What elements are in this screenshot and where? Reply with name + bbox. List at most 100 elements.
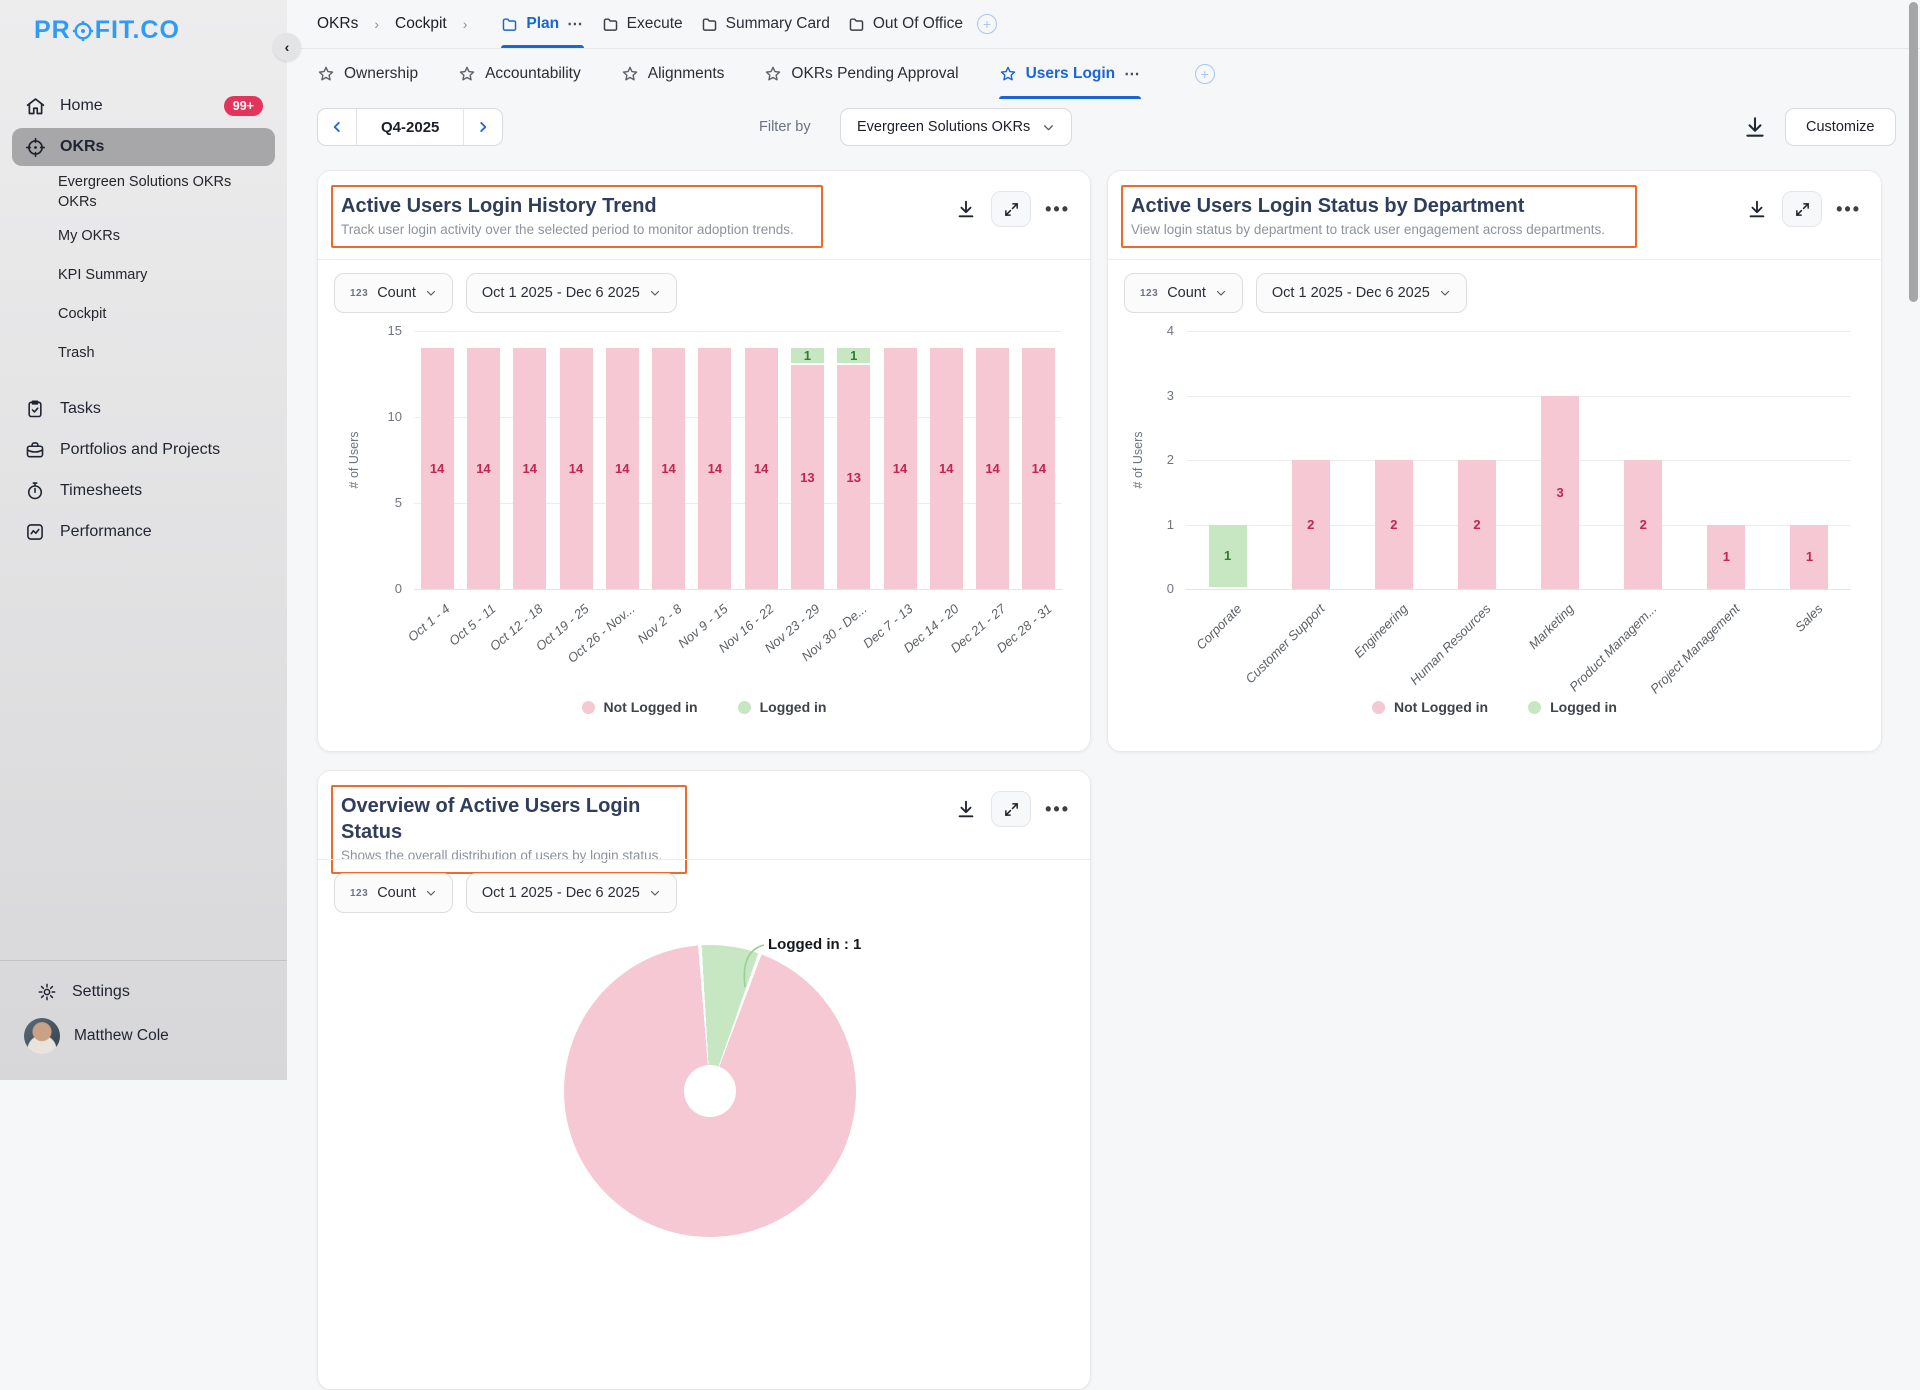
tasks-icon (24, 398, 46, 420)
bar-segment: 1 (791, 348, 824, 363)
sidebar-item-label: Home (60, 97, 103, 115)
y-tick-label: 10 (362, 409, 402, 424)
bar-segment: 14 (884, 348, 917, 589)
tab-overflow-icon[interactable]: ⋯ (567, 15, 584, 34)
gridline (414, 417, 1062, 418)
y-tick-label: 4 (1134, 323, 1174, 338)
user-profile[interactable]: Matthew Cole (12, 1010, 275, 1062)
tab-summary-card[interactable]: Summary Card (701, 0, 830, 48)
export-download-button[interactable] (1742, 114, 1768, 140)
bar-segment: 1 (1790, 525, 1828, 590)
gridline (1186, 331, 1851, 332)
breadcrumb-okrs[interactable]: OKRs (317, 15, 358, 33)
sidebar-collapse-button[interactable]: ‹ (273, 33, 301, 61)
star-icon (764, 65, 782, 83)
breadcrumb-cockpit[interactable]: Cockpit (395, 15, 447, 33)
sidebar-item-performance[interactable]: Performance (12, 513, 275, 551)
sidebar-item-label: KPI Summary (58, 266, 147, 286)
add-tab-icon[interactable]: + (1195, 64, 1215, 84)
bar-value-label: 1 (1723, 549, 1730, 564)
sidebar-item-portfolios-and-projects[interactable]: Portfolios and Projects (12, 431, 275, 469)
period-label[interactable]: Q4-2025 (356, 109, 464, 145)
gridline (1186, 396, 1851, 397)
tab-alignments[interactable]: Alignments (621, 49, 725, 99)
logo-target-icon (72, 20, 94, 42)
x-category-label: Oct 1 - 4 (405, 601, 453, 645)
sidebar-item-kpi-summary[interactable]: KPI Summary (12, 258, 275, 294)
y-tick-label: 15 (362, 323, 402, 338)
bar-value-label: 14 (985, 461, 999, 476)
x-category-label: Marketing (1526, 601, 1577, 652)
login-history-bar-chart: # of Users05101514Oct 1 - 414Oct 5 - 111… (318, 171, 1090, 751)
tab-accountability[interactable]: Accountability (458, 49, 581, 99)
vertical-scrollbar[interactable] (1909, 2, 1918, 302)
tab-label: Out Of Office (873, 15, 963, 33)
legend-item: Not Logged in (1372, 699, 1488, 715)
sidebar-item-trash[interactable]: Trash (12, 336, 275, 372)
y-tick-label: 5 (362, 495, 402, 510)
avatar[interactable] (24, 1018, 60, 1054)
bar-segment: 14 (1022, 348, 1055, 589)
bar-segment: 2 (1458, 460, 1496, 589)
bar-segment: 1 (837, 348, 870, 363)
sidebar-item-settings[interactable]: Settings (24, 973, 263, 1011)
card-login-history-trend: Active Users Login History Trend Track u… (317, 170, 1091, 752)
legend-label: Logged in (1550, 699, 1617, 715)
bar-segment: 14 (976, 348, 1009, 589)
x-category-label: Sales (1792, 601, 1826, 635)
bar-segment: 14 (467, 348, 500, 589)
tab-out-of-office[interactable]: Out Of Office (848, 0, 963, 48)
bar-segment: 14 (698, 348, 731, 589)
breadcrumb-separator: › (461, 16, 470, 32)
bar-segment: 1 (1707, 525, 1745, 590)
sidebar-item-cockpit[interactable]: Cockpit (12, 297, 275, 333)
notification-badge: 99+ (224, 96, 263, 116)
bar-value-label: 13 (800, 470, 814, 485)
bar-segment: 13 (837, 365, 870, 589)
sidebar-item-label: Portfolios and Projects (60, 441, 220, 459)
logo-text-pre: PR (34, 16, 71, 45)
bar-segment: 14 (745, 348, 778, 589)
customize-button[interactable]: Customize (1785, 108, 1896, 146)
period-next-button[interactable] (464, 109, 502, 145)
sidebar-item-timesheets[interactable]: Timesheets (12, 472, 275, 510)
login-status-pie-chart: Logged in : 1 (318, 771, 1090, 1389)
add-tab-icon[interactable]: + (977, 14, 997, 34)
sidebar-item-okrs[interactable]: OKRs (12, 128, 275, 166)
tab-execute[interactable]: Execute (602, 0, 683, 48)
target-icon (24, 136, 46, 158)
card-login-status-overview: Overview of Active Users Login Status Sh… (317, 770, 1091, 1390)
gridline (414, 503, 1062, 504)
bar-value-label: 13 (846, 470, 860, 485)
tab-label: Users Login (1026, 65, 1116, 83)
sidebar-item-label: Performance (60, 523, 152, 541)
tab-okrs-pending-approval[interactable]: OKRs Pending Approval (764, 49, 958, 99)
bar-value-label: 1 (804, 348, 811, 363)
bar-value-label: 14 (893, 461, 907, 476)
tab-ownership[interactable]: Ownership (317, 49, 418, 99)
gridline (414, 589, 1062, 590)
sidebar-item-evergreen-solutions-okrs-okrs[interactable]: Evergreen Solutions OKRs OKRs (12, 169, 275, 216)
sidebar-item-label: OKRs (60, 138, 104, 156)
folder-icon (848, 16, 865, 33)
sidebar-item-my-okrs[interactable]: My OKRs (12, 219, 275, 255)
filter-dropdown[interactable]: Evergreen Solutions OKRs (840, 108, 1072, 146)
legend-item: Not Logged in (582, 699, 698, 715)
sidebar-footer: Settings (12, 970, 275, 1014)
sidebar-item-tasks[interactable]: Tasks (12, 390, 275, 428)
bar-segment: 14 (606, 348, 639, 589)
tab-plan[interactable]: Plan⋯ (501, 0, 583, 48)
sidebar-item-label: Timesheets (60, 482, 142, 500)
tab-overflow-icon[interactable]: ⋯ (1124, 65, 1141, 84)
period-prev-button[interactable] (318, 109, 356, 145)
tab-users-login[interactable]: Users Login ⋯ (999, 49, 1141, 99)
bar-value-label: 14 (661, 461, 675, 476)
bar-segment: 14 (652, 348, 685, 589)
page-tabs: Plan⋯ Execute Summary Card Out Of Office + (483, 0, 997, 48)
sidebar-item-home[interactable]: Home 99+ (12, 87, 275, 125)
gridline (1186, 525, 1851, 526)
star-icon (621, 65, 639, 83)
view-tabs: Ownership Accountability Alignments OKRs Pe… (287, 49, 1920, 99)
y-axis-label: # of Users (347, 432, 361, 489)
card-login-status-by-department: Active Users Login Status by Department … (1107, 170, 1882, 752)
